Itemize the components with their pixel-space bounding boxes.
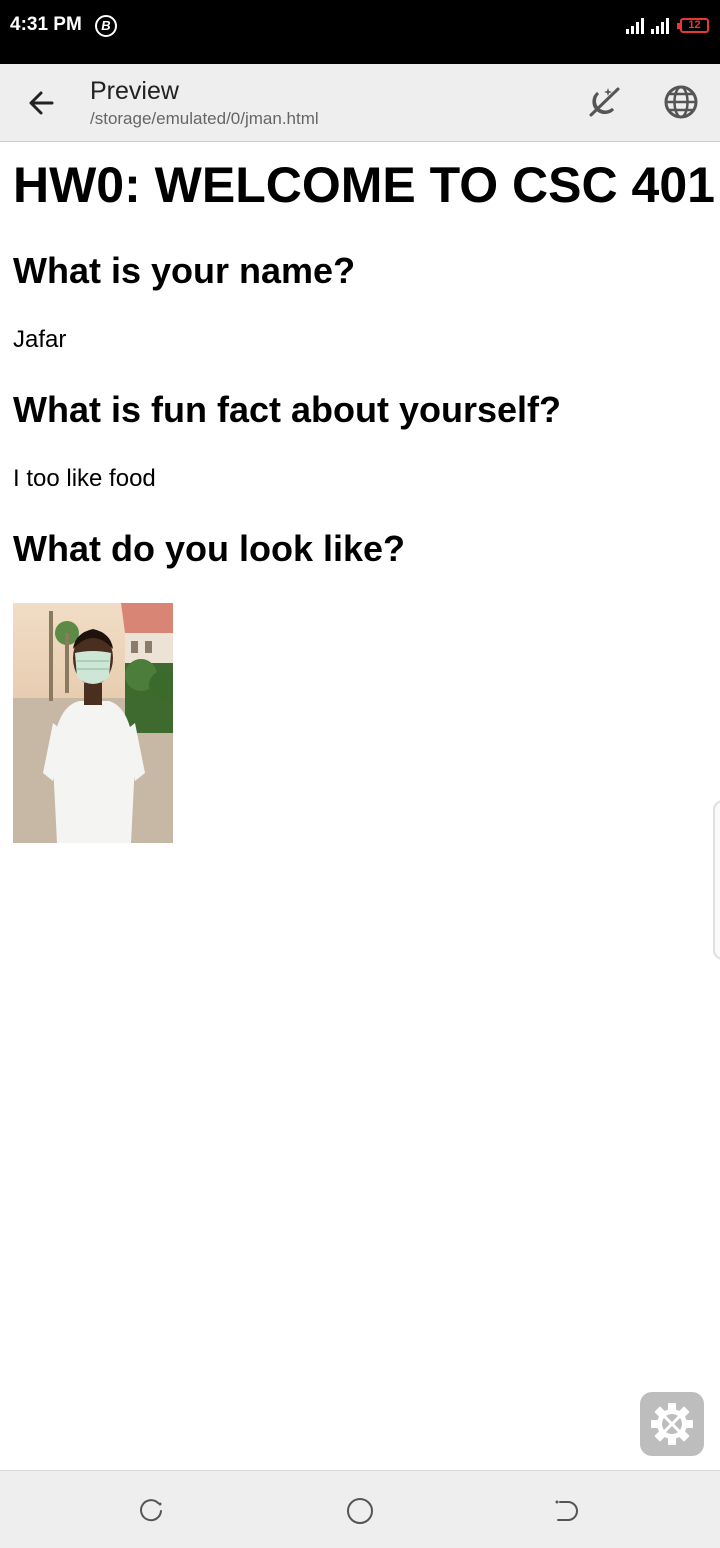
battery-icon: 12 <box>677 18 709 33</box>
answer-fun-fact: I too like food <box>13 465 156 492</box>
globe-icon <box>664 85 698 119</box>
file-path: /storage/emulated/0/jman.html <box>90 109 319 128</box>
signal-2-icon <box>651 18 671 34</box>
home-button[interactable] <box>345 1496 375 1526</box>
app-title: Preview <box>90 77 179 105</box>
profile-photo <box>13 603 173 843</box>
app-bar: Preview /storage/emulated/0/jman.html <box>0 64 720 142</box>
open-in-browser-button[interactable] <box>661 82 701 122</box>
status-time: 4:31 PM <box>10 14 82 35</box>
tools-fab-button[interactable] <box>640 1392 704 1456</box>
notification-b-icon: B <box>95 15 117 37</box>
signal-1-icon <box>626 18 646 34</box>
question-look: What do you look like? <box>13 528 406 569</box>
night-mode-button[interactable] <box>584 82 624 122</box>
status-bar: 4:31 PM B 12 <box>0 0 720 64</box>
tools-gear-icon <box>651 1403 693 1445</box>
question-name: What is your name? <box>13 250 356 291</box>
back-nav-icon <box>555 1500 578 1521</box>
back-nav-button[interactable] <box>552 1496 582 1526</box>
arrow-left-icon <box>29 91 54 115</box>
side-panel-handle[interactable] <box>713 800 720 960</box>
system-nav-bar <box>0 1470 720 1548</box>
night-mode-off-icon <box>589 87 620 117</box>
back-button[interactable] <box>22 83 62 123</box>
answer-name: Jafar <box>13 326 67 353</box>
recent-apps-icon <box>140 1499 162 1522</box>
page-heading: HW0: WELCOME TO CSC 401 <box>13 157 715 213</box>
home-circle-icon <box>347 1498 373 1524</box>
question-fun-fact: What is fun fact about yourself? <box>13 389 562 430</box>
recent-apps-button[interactable] <box>136 1496 166 1526</box>
